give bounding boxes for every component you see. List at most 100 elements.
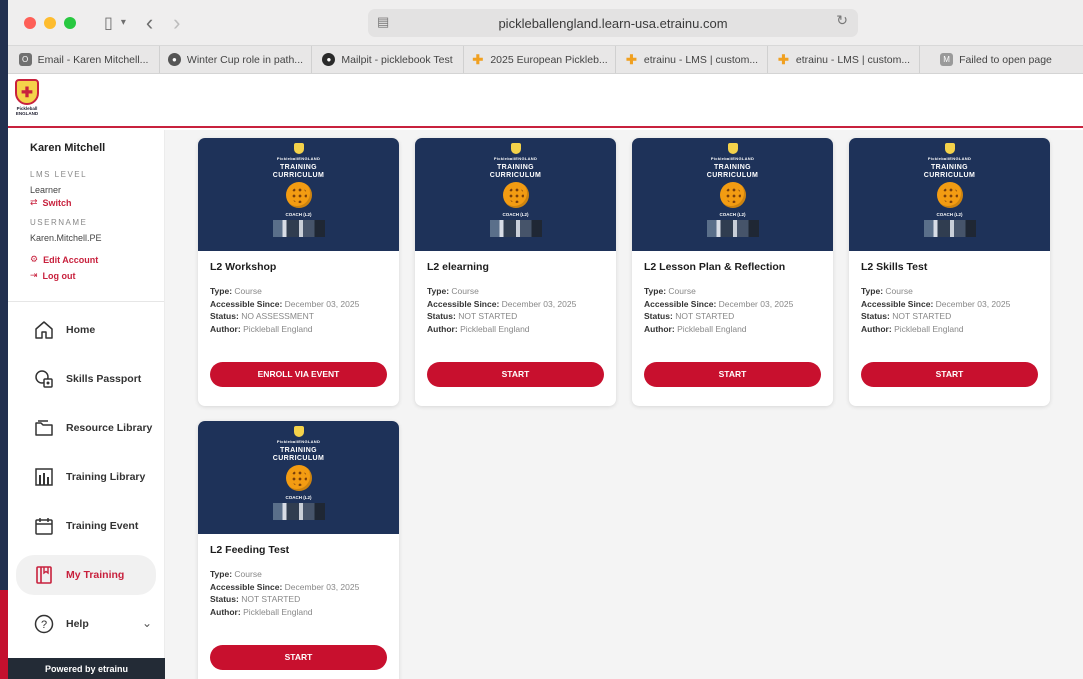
coaching-photo [706,220,759,238]
bookmark-item[interactable]: ● Mailpit - picklebook Test [312,46,464,73]
mail-icon: O [18,53,32,66]
gear-icon: ⚙ [30,255,39,265]
close-window-button[interactable] [24,16,36,29]
course-card: PickleballENGLAND TRAINING CURRICULUM COA… [198,138,399,406]
start-button[interactable]: START [210,645,387,670]
chevron-down-icon[interactable]: ▾ [121,17,126,28]
course-type: Course [668,286,696,296]
course-status: NOT STARTED [892,311,952,321]
zoom-window-button[interactable] [64,16,76,29]
course-thumbnail[interactable]: PickleballENGLAND TRAINING CURRICULUM COA… [415,138,616,251]
coaching-photo [272,220,325,238]
enroll-via-event-button[interactable]: ENROLL VIA EVENT [210,362,387,387]
profile-panel: Karen Mitchell LMS LEVEL Learner ⇄ Switc… [8,130,164,302]
browser-titlebar: ▯ ▾ ‹ › ▤ pickleballengland.learn-usa.et… [8,0,1083,46]
course-thumbnail[interactable]: PickleballENGLAND TRAINING CURRICULUM COA… [849,138,1050,251]
cross-icon: ✚ [777,51,789,67]
sidebar: Karen Mitchell LMS LEVEL Learner ⇄ Switc… [8,130,165,679]
sidebar-nav: Home Skills Passport Resource Library Tr… [8,310,164,644]
course-thumbnail[interactable]: PickleballENGLAND TRAINING CURRICULUM COA… [198,421,399,534]
switch-link[interactable]: ⇄ Switch [30,198,164,208]
coaching-photo [489,220,542,238]
bookmark-item[interactable]: M Failed to open page [920,46,1072,73]
forward-button[interactable]: › [173,11,180,34]
bookmark-item[interactable]: ● Winter Cup role in path... [160,46,312,73]
course-status: NOT STARTED [458,311,518,321]
pickleball-icon [285,182,312,209]
globe-icon: ● [167,53,181,66]
start-button[interactable]: START [861,362,1038,387]
calendar-icon [32,514,56,538]
coaching-photo [923,220,976,238]
username-value: Karen.Mitchell.PE [30,233,102,243]
sidebar-item-help[interactable]: ? Help ⌄ [16,604,156,644]
course-title: L2 Skills Test [861,261,928,273]
book-icon [32,563,56,587]
course-type: Course [885,286,913,296]
pickleball-england-logo[interactable]: ✚ Pickleball ENGLAND [12,79,42,121]
course-accessible-since: December 03, 2025 [935,298,1011,309]
shield-icon [293,426,304,437]
shield-icon [510,143,521,154]
bookmark-item[interactable]: ✚ etrainu - LMS | custom... [768,46,920,73]
bookmark-item[interactable]: ✚ etrainu - LMS | custom... [616,46,768,73]
course-type: Course [234,286,262,296]
course-author: Pickleball England [243,606,313,617]
help-icon: ? [32,612,56,636]
chevron-down-icon[interactable]: ⌄ [142,616,152,630]
powered-by-footer: Powered by etrainu [8,658,165,679]
bookmark-item[interactable]: ✚ 2025 European Pickleb... [464,46,616,73]
logout-link[interactable]: ⇥ Log out [30,271,164,281]
course-thumbnail[interactable]: PickleballENGLAND TRAINING CURRICULUM COA… [632,138,833,251]
skills-passport-icon [32,367,56,391]
page-settings-icon[interactable]: ▤ [377,14,389,30]
course-author: Pickleball England [243,323,313,334]
sidebar-item-resource-library[interactable]: Resource Library [16,408,156,448]
username-caption: USERNAME [30,218,88,227]
course-author: Pickleball England [677,323,747,334]
sidebar-toggle-icon[interactable]: ▯ [104,13,113,32]
course-accessible-since: December 03, 2025 [284,298,360,309]
pickleball-icon [719,182,746,209]
library-icon [32,465,56,489]
pickleball-icon [502,182,529,209]
sidebar-item-training-library[interactable]: Training Library [16,457,156,497]
reload-icon[interactable]: ↻ [836,13,848,29]
start-button[interactable]: START [644,362,821,387]
shield-icon [727,143,738,154]
course-thumbnail[interactable]: PickleballENGLAND TRAINING CURRICULUM COA… [198,138,399,251]
course-title: L2 Lesson Plan & Reflection [644,261,786,273]
pickleball-icon [285,465,312,492]
shield-icon: ✚ [15,79,39,105]
sidebar-item-skills-passport[interactable]: Skills Passport [16,359,156,399]
course-accessible-since: December 03, 2025 [284,581,360,592]
course-status: NOT STARTED [675,311,735,321]
edit-account-link[interactable]: ⚙ Edit Account [30,255,164,265]
course-card: PickleballENGLAND TRAINING CURRICULUM COA… [198,421,399,679]
pickleball-icon [936,182,963,209]
bookmarks-bar: O Email - Karen Mitchell... ● Winter Cup r… [8,46,1083,74]
sidebar-item-training-event[interactable]: Training Event [16,506,156,546]
start-button[interactable]: START [427,362,604,387]
course-title: L2 Workshop [210,261,277,273]
sidebar-item-my-training[interactable]: My Training [16,555,156,595]
lms-level-value: Learner [30,185,62,195]
browser-window: ▯ ▾ ‹ › ▤ pickleballengland.learn-usa.et… [8,0,1083,679]
course-card: PickleballENGLAND TRAINING CURRICULUM COA… [415,138,616,406]
course-type: Course [234,569,262,579]
shield-icon [293,143,304,154]
course-accessible-since: December 03, 2025 [501,298,577,309]
address-bar[interactable]: ▤ pickleballengland.learn-usa.etrainu.co… [368,9,858,37]
bookmark-item[interactable]: O Email - Karen Mitchell... [8,46,160,73]
cross-icon: ✚ [472,51,484,67]
logo-text: Pickleball ENGLAND [15,106,39,116]
minimize-window-button[interactable] [44,16,56,29]
course-type: Course [451,286,479,296]
back-button[interactable]: ‹ [146,11,153,34]
course-accessible-since: December 03, 2025 [718,298,794,309]
sidebar-item-home[interactable]: Home [16,310,156,350]
window-controls [24,16,76,29]
cross-icon: ✚ [625,51,637,67]
folder-icon [32,416,56,440]
app-header: ✚ Pickleball ENGLAND [8,74,1083,128]
